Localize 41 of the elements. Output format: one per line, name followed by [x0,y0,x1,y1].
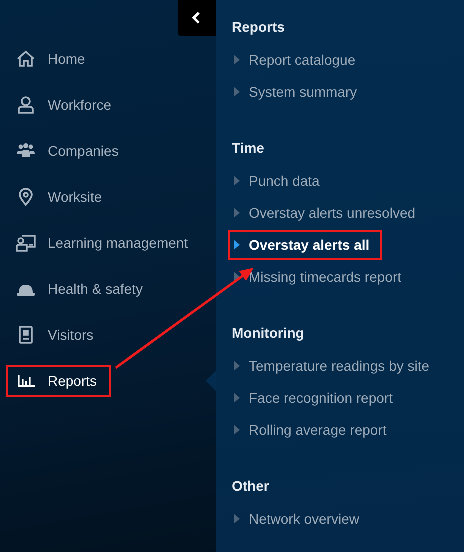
submenu-link[interactable]: Face recognition report [228,383,405,413]
caret-right-icon [234,176,240,186]
caret-right-icon [234,425,240,435]
submenu-link[interactable]: Report catalogue [228,45,368,75]
id-badge-icon [16,326,36,344]
submenu-link[interactable]: Overstay alerts unresolved [228,198,428,228]
submenu-link[interactable]: Overstay alerts all [228,230,382,260]
submenu-link[interactable]: Punch data [228,166,332,196]
chevron-left-icon [192,12,202,24]
home-icon [16,50,36,68]
nav-item[interactable]: Companies [6,135,133,167]
caret-right-icon [234,87,240,97]
location-pin-icon [16,188,36,206]
nav-item[interactable]: Home [6,43,100,75]
presentation-icon [16,234,36,252]
section-heading: Monitoring [231,324,306,343]
submenu-link[interactable]: Rolling average report [228,415,399,445]
submenu-link[interactable]: Temperature readings by site [228,351,442,381]
caret-right-icon [234,361,240,371]
nav-item[interactable]: Worksite [6,181,116,213]
nav-item[interactable]: Reports [6,365,112,397]
submenu-link[interactable]: System summary [228,77,370,107]
nav-item[interactable]: Health & safety [6,273,157,305]
caret-right-icon [234,240,240,250]
section-heading: Other [231,477,270,496]
caret-right-icon [234,55,240,65]
section-heading: Time [231,139,266,158]
person-icon [16,96,36,114]
nav-item[interactable]: Visitors [6,319,108,351]
submenu-link[interactable]: Network overview [228,504,372,534]
nav-item[interactable]: Learning management [6,227,202,259]
nav-item[interactable]: Workforce [6,89,126,121]
active-pointer-icon [206,371,216,391]
caret-right-icon [234,514,240,524]
collapse-button[interactable] [178,0,216,36]
caret-right-icon [234,393,240,403]
caret-right-icon [234,208,240,218]
people-icon [16,142,36,160]
submenu-link[interactable]: Missing timecards report [228,262,414,292]
bar-chart-icon [16,372,36,390]
section-heading: Reports [231,18,286,37]
